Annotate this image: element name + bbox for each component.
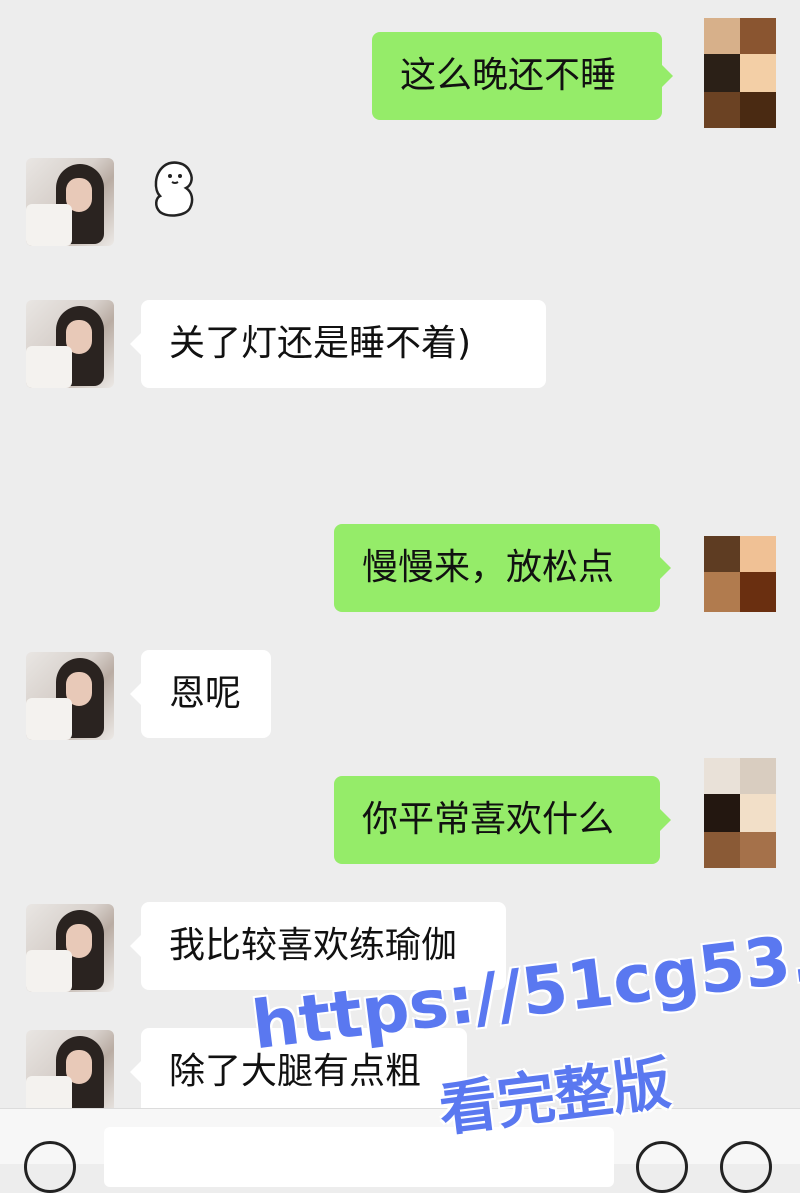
message-bubble[interactable]: 恩呢 [130, 650, 271, 738]
message-bubble[interactable]: 这么晚还不睡 [372, 32, 673, 120]
message-text: 恩呢 [169, 673, 242, 714]
message-text: 这么晚还不睡 [400, 55, 617, 96]
voice-icon[interactable] [24, 1141, 76, 1193]
message-text: 你平常喜欢什么 [362, 799, 615, 840]
message-text: 慢慢来，放松点 [362, 547, 615, 588]
message-bubble[interactable]: 关了灯还是睡不着) [130, 300, 546, 388]
message-text: 关了灯还是睡不着) [169, 323, 472, 364]
avatar[interactable] [26, 652, 114, 740]
avatar[interactable] [26, 1030, 114, 1118]
avatar[interactable] [704, 536, 776, 612]
avatar[interactable] [26, 300, 114, 388]
emoji-icon[interactable] [636, 1141, 688, 1193]
input-bar [0, 1108, 800, 1193]
message-bubble[interactable]: 我比较喜欢练瑜伽 [130, 902, 506, 990]
message-input[interactable] [104, 1127, 614, 1187]
message-text: 我比较喜欢练瑜伽 [169, 925, 458, 966]
avatar[interactable] [26, 904, 114, 992]
message-bubble[interactable]: 慢慢来，放松点 [334, 524, 671, 612]
message-text: 除了大腿有点粗 [169, 1051, 422, 1092]
avatar[interactable] [704, 18, 776, 128]
message-bubble[interactable]: 你平常喜欢什么 [334, 776, 671, 864]
avatar[interactable] [26, 158, 114, 246]
message-bubble[interactable]: 除了大腿有点粗 [130, 1028, 467, 1116]
plus-icon[interactable] [720, 1141, 772, 1193]
cartoon-sticker-icon[interactable] [150, 160, 198, 218]
avatar[interactable] [704, 758, 776, 868]
